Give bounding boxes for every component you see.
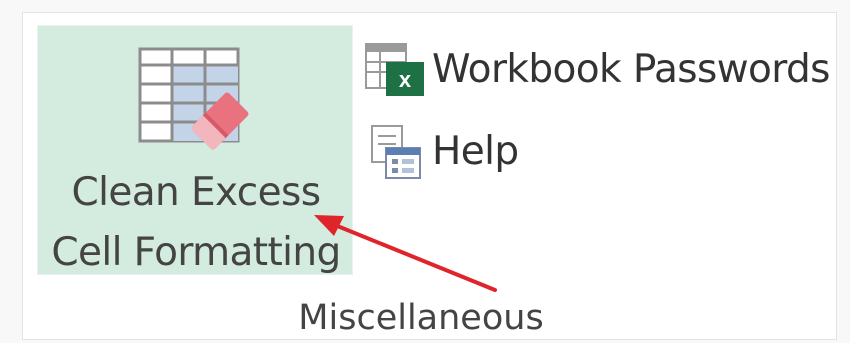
group-label-miscellaneous: Miscellaneous — [298, 298, 544, 338]
svg-text:x: x — [399, 67, 412, 92]
help-icon — [371, 125, 421, 179]
workbook-passwords-button[interactable]: x Workbook Passwords — [364, 38, 832, 102]
help-button[interactable]: Help — [364, 120, 544, 184]
help-label: Help — [432, 129, 519, 174]
clean-excess-label-line1: Clean Excess — [71, 170, 322, 215]
workbook-passwords-label: Workbook Passwords — [432, 47, 831, 92]
workbook-passwords-icon: x — [365, 43, 424, 96]
table-eraser-icon — [138, 47, 249, 150]
clean-excess-label-line2: Cell Formatting — [51, 230, 341, 275]
